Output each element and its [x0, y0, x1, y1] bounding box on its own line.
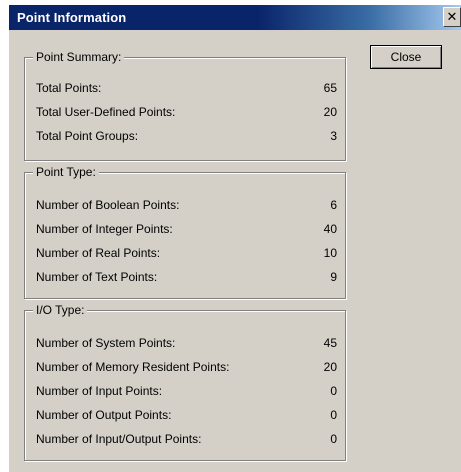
- row-label: Number of Integer Points:: [36, 222, 173, 236]
- type-row-real-points: Number of Real Points: 10: [25, 246, 345, 262]
- row-label: Number of Real Points:: [36, 246, 161, 260]
- row-value: 3: [330, 129, 337, 143]
- row-label: Number of Output Points:: [36, 408, 172, 422]
- io-row-input-output-points: Number of Input/Output Points: 0: [25, 432, 345, 448]
- summary-row-point-groups: Total Point Groups: 3: [25, 129, 345, 145]
- point-information-dialog: Point Information ✕ Close Point Summary:…: [9, 5, 461, 472]
- group-legend: I/O Type:: [33, 303, 88, 317]
- group-legend: Point Summary:: [33, 50, 125, 64]
- row-label: Total User-Defined Points:: [36, 105, 176, 119]
- point-type-group: Point Type: Number of Boolean Points: 6 …: [24, 165, 346, 299]
- row-label: Total Points:: [36, 81, 102, 95]
- close-button[interactable]: Close: [370, 45, 442, 69]
- row-value: 40: [323, 222, 337, 236]
- io-row-system-points: Number of System Points: 45: [25, 336, 345, 352]
- summary-row-user-defined-points: Total User-Defined Points: 20: [25, 105, 345, 121]
- type-row-text-points: Number of Text Points: 9: [25, 270, 345, 286]
- row-value: 20: [323, 105, 337, 119]
- row-label: Number of Memory Resident Points:: [36, 360, 230, 374]
- row-value: 0: [330, 432, 337, 446]
- io-row-input-points: Number of Input Points: 0: [25, 384, 345, 400]
- row-value: 10: [323, 246, 337, 260]
- row-value: 20: [323, 360, 337, 374]
- io-row-memory-resident-points: Number of Memory Resident Points: 20: [25, 360, 345, 376]
- row-value: 0: [330, 408, 337, 422]
- title-bar[interactable]: Point Information ✕: [9, 5, 461, 30]
- row-value: 9: [330, 270, 337, 284]
- row-value: 0: [330, 384, 337, 398]
- io-type-group: I/O Type: Number of System Points: 45 Nu…: [24, 303, 346, 461]
- close-icon[interactable]: ✕: [443, 7, 461, 27]
- type-row-integer-points: Number of Integer Points: 40: [25, 222, 345, 238]
- type-row-boolean-points: Number of Boolean Points: 6: [25, 198, 345, 214]
- dialog-title: Point Information: [17, 10, 127, 25]
- row-label: Number of Input Points:: [36, 384, 163, 398]
- row-label: Number of System Points:: [36, 336, 176, 350]
- row-value: 45: [323, 336, 337, 350]
- row-label: Number of Text Points:: [36, 270, 158, 284]
- row-label: Number of Boolean Points:: [36, 198, 180, 212]
- row-value: 6: [330, 198, 337, 212]
- row-label: Total Point Groups:: [36, 129, 139, 143]
- io-row-output-points: Number of Output Points: 0: [25, 408, 345, 424]
- point-summary-group: Point Summary: Total Points: 65 Total Us…: [24, 50, 346, 161]
- row-value: 65: [323, 81, 337, 95]
- row-label: Number of Input/Output Points:: [36, 432, 202, 446]
- group-legend: Point Type:: [33, 165, 99, 179]
- summary-row-total-points: Total Points: 65: [25, 81, 345, 97]
